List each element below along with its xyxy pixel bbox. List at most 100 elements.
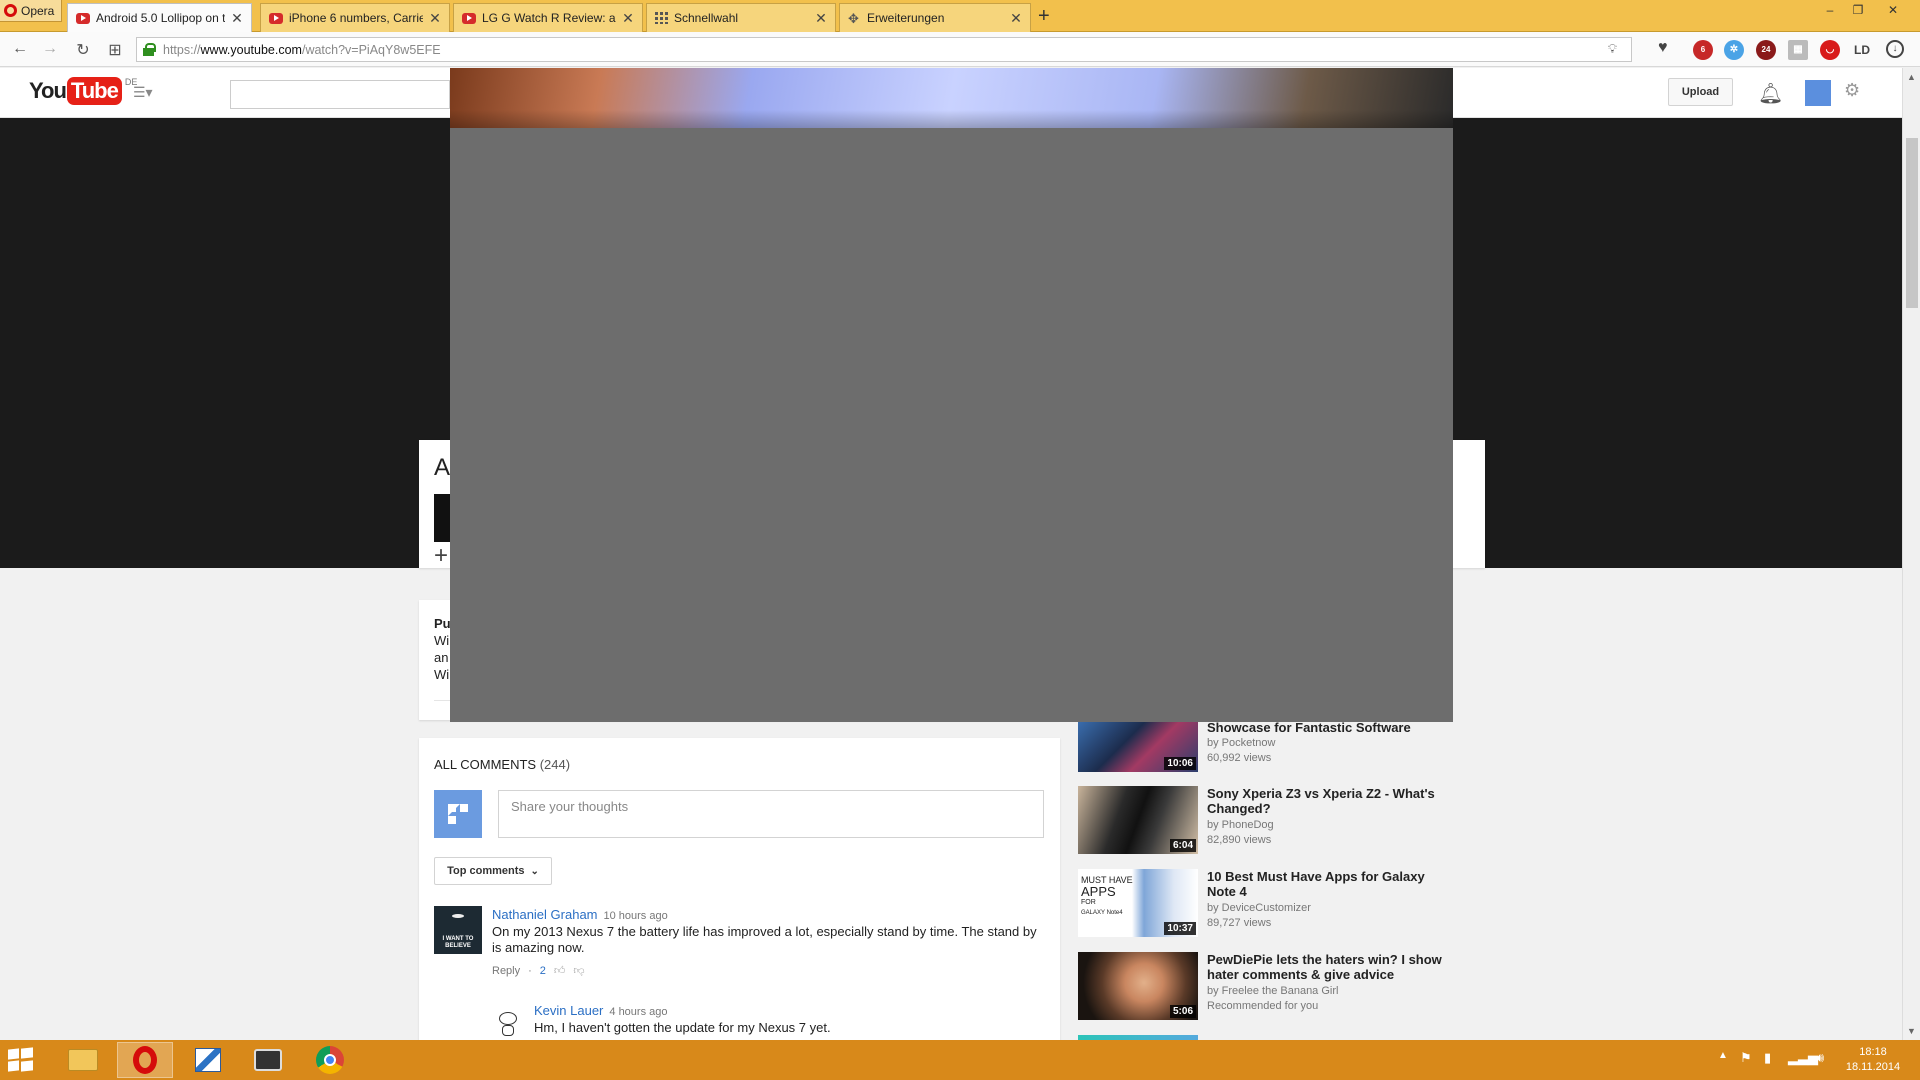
- back-icon[interactable]: ←: [10, 40, 30, 58]
- related-title[interactable]: PewDiePie lets the haters win? I show ha…: [1207, 952, 1457, 982]
- related-channel[interactable]: by DeviceCustomizer: [1207, 901, 1311, 916]
- tab-label: iPhone 6 numbers, Carrier: [289, 11, 423, 25]
- extension-lips-icon[interactable]: ◡: [1820, 40, 1840, 60]
- scroll-down-icon[interactable]: ▼: [1907, 1026, 1916, 1036]
- comment-time[interactable]: 4 hours ago: [609, 1006, 667, 1018]
- published-label: Pu: [434, 616, 451, 631]
- comment-input[interactable]: Share your thoughts: [498, 790, 1044, 838]
- related-channel[interactable]: by Pocketnow: [1207, 736, 1275, 751]
- close-window-icon[interactable]: ✕: [1878, 0, 1908, 20]
- volume-icon[interactable]: 🔊︎: [1816, 1050, 1824, 1066]
- reload-icon[interactable]: ↻: [73, 40, 93, 60]
- forward-icon[interactable]: →: [40, 40, 60, 58]
- extension-adblock-icon[interactable]: 6: [1693, 40, 1713, 60]
- scrollbar-thumb[interactable]: [1906, 138, 1918, 308]
- file-explorer-icon[interactable]: [55, 1042, 111, 1078]
- speed-dial-icon[interactable]: ⊞: [105, 40, 125, 60]
- related-title[interactable]: Sony Xperia Z3 vs Xperia Z2 - What's Cha…: [1207, 786, 1457, 816]
- sort-comments-button[interactable]: Top comments ⌄: [434, 857, 552, 885]
- start-pane: [21, 1047, 33, 1059]
- related-title[interactable]: Showcase for Fantastic Software: [1207, 720, 1457, 735]
- search-input[interactable]: [230, 80, 450, 109]
- youtube-icon: [269, 12, 283, 24]
- system-clock[interactable]: 18:18 18.11.2014: [1843, 1045, 1903, 1075]
- lightbulb-icon[interactable]: 💡︎: [1608, 41, 1617, 57]
- download-icon[interactable]: ↓: [1886, 40, 1904, 58]
- related-video[interactable]: 6:04 Sony Xperia Z3 vs Xperia Z2 - What'…: [1078, 786, 1458, 858]
- video-player-overlay[interactable]: [450, 68, 1453, 722]
- add-to-icon[interactable]: +: [434, 544, 448, 568]
- page-scrollbar[interactable]: ▲ ▼: [1902, 68, 1920, 1040]
- comment-text: Hm, I haven't gotten the update for my N…: [534, 1020, 831, 1035]
- thumb-line: GALAXY Note4: [1081, 910, 1123, 916]
- video-thumbnail[interactable]: 10:06: [1078, 720, 1198, 772]
- scroll-up-icon[interactable]: ▲: [1907, 72, 1916, 82]
- close-tab-icon[interactable]: ✕: [1010, 10, 1022, 27]
- video-duration: 10:06: [1164, 757, 1196, 770]
- comment-avatar[interactable]: I WANT TO BELIEVE: [434, 906, 482, 954]
- battery-icon[interactable]: ▮: [1764, 1050, 1771, 1066]
- restore-icon[interactable]: ❐: [1843, 0, 1873, 20]
- show-hidden-icons-icon[interactable]: ▲: [1718, 1050, 1728, 1061]
- comment-author[interactable]: Nathaniel Graham 10 hours ago: [492, 907, 668, 922]
- extension-ublock-icon[interactable]: 24: [1756, 40, 1776, 60]
- youtube-logo[interactable]: You Tube DE: [29, 77, 137, 105]
- notification-bell-icon[interactable]: 🔔︎: [1758, 81, 1783, 106]
- close-tab-icon[interactable]: ✕: [231, 10, 243, 27]
- tab-iphone-numbers[interactable]: iPhone 6 numbers, Carrier ✕: [260, 3, 450, 32]
- thumbnail-text: MUST HAVE APPS FOR GALAXY Note4: [1081, 875, 1133, 919]
- author-name[interactable]: Kevin Lauer: [534, 1003, 603, 1018]
- close-tab-icon[interactable]: ✕: [815, 10, 827, 27]
- video-thumbnail[interactable]: 6:04: [1078, 786, 1198, 854]
- related-video[interactable]: MUST HAVE APPS FOR GALAXY Note4 10:37 10…: [1078, 869, 1458, 941]
- related-recommended: Recommended for you: [1207, 1000, 1319, 1012]
- extension-window-icon[interactable]: ▦: [1788, 40, 1808, 60]
- tab-speed-dial[interactable]: Schnellwahl ✕: [646, 3, 836, 32]
- movie-maker-icon[interactable]: [240, 1042, 296, 1078]
- video-thumbnail[interactable]: MUST HAVE APPS FOR GALAXY Note4 10:37: [1078, 869, 1198, 937]
- new-tab-button[interactable]: +: [1038, 5, 1050, 28]
- related-channel[interactable]: by Freelee the Banana Girl: [1207, 984, 1338, 999]
- action-center-flag-icon[interactable]: ⚑: [1740, 1050, 1752, 1066]
- extension-snowflake-icon[interactable]: ✲: [1724, 40, 1744, 60]
- url-host: www.youtube.com: [200, 42, 302, 57]
- opera-menu-button[interactable]: Opera: [0, 0, 62, 22]
- tab-label: Erweiterungen: [867, 11, 945, 25]
- paint-app-icon[interactable]: [180, 1042, 236, 1078]
- tab-extensions[interactable]: ✥ Erweiterungen ✕: [839, 3, 1031, 32]
- related-title[interactable]: 10 Best Must Have Apps for Galaxy Note 4: [1207, 869, 1457, 899]
- related-channel[interactable]: by PhoneDog: [1207, 818, 1274, 833]
- tab-lg-watch-review[interactable]: LG G Watch R Review: a Sc ✕: [453, 3, 643, 32]
- chrome-icon[interactable]: [302, 1042, 358, 1078]
- opera-taskbar-icon[interactable]: [117, 1042, 173, 1078]
- author-name[interactable]: Nathaniel Graham: [492, 907, 598, 922]
- like-count: 2: [539, 964, 546, 977]
- gear-icon[interactable]: ⚙: [1844, 80, 1860, 101]
- comment-time[interactable]: 10 hours ago: [604, 910, 668, 922]
- video-frame-preview[interactable]: [450, 68, 1453, 128]
- video-thumbnail[interactable]: 5:06: [1078, 952, 1198, 1020]
- thumbs-up-icon[interactable]: 👍︎: [554, 964, 566, 977]
- upload-button[interactable]: Upload: [1668, 78, 1733, 106]
- windows-start-icon[interactable]: [8, 1047, 33, 1072]
- lock-icon: [143, 43, 156, 56]
- alien-body: [502, 1025, 514, 1036]
- heart-icon[interactable]: ♥: [1658, 39, 1668, 57]
- tab-android-lollipop[interactable]: Android 5.0 Lollipop on th ✕: [67, 3, 252, 32]
- related-video[interactable]: 10:06 Showcase for Fantastic Software by…: [1078, 720, 1458, 792]
- reply-button[interactable]: Reply: [492, 965, 520, 977]
- address-bar[interactable]: https:// www.youtube.com /watch?v=PiAqY8…: [136, 37, 1632, 62]
- minimize-icon[interactable]: –: [1815, 0, 1845, 20]
- close-tab-icon[interactable]: ✕: [622, 10, 634, 27]
- related-video[interactable]: 5:06 PewDiePie lets the haters win? I sh…: [1078, 952, 1458, 1024]
- reddit-alien-avatar[interactable]: [494, 1004, 522, 1036]
- channel-avatar[interactable]: [434, 494, 450, 542]
- guide-menu-icon[interactable]: ☰▾: [133, 84, 153, 101]
- thumbs-down-icon[interactable]: 👎︎: [573, 964, 584, 977]
- extension-ld-icon[interactable]: LD: [1852, 40, 1872, 60]
- network-signal-icon[interactable]: ▂▃▅: [1788, 1050, 1818, 1066]
- clock-date: 18.11.2014: [1845, 1061, 1901, 1073]
- comment-author[interactable]: Kevin Lauer 4 hours ago: [534, 1003, 668, 1018]
- account-avatar[interactable]: [1805, 80, 1831, 106]
- close-tab-icon[interactable]: ✕: [429, 10, 441, 27]
